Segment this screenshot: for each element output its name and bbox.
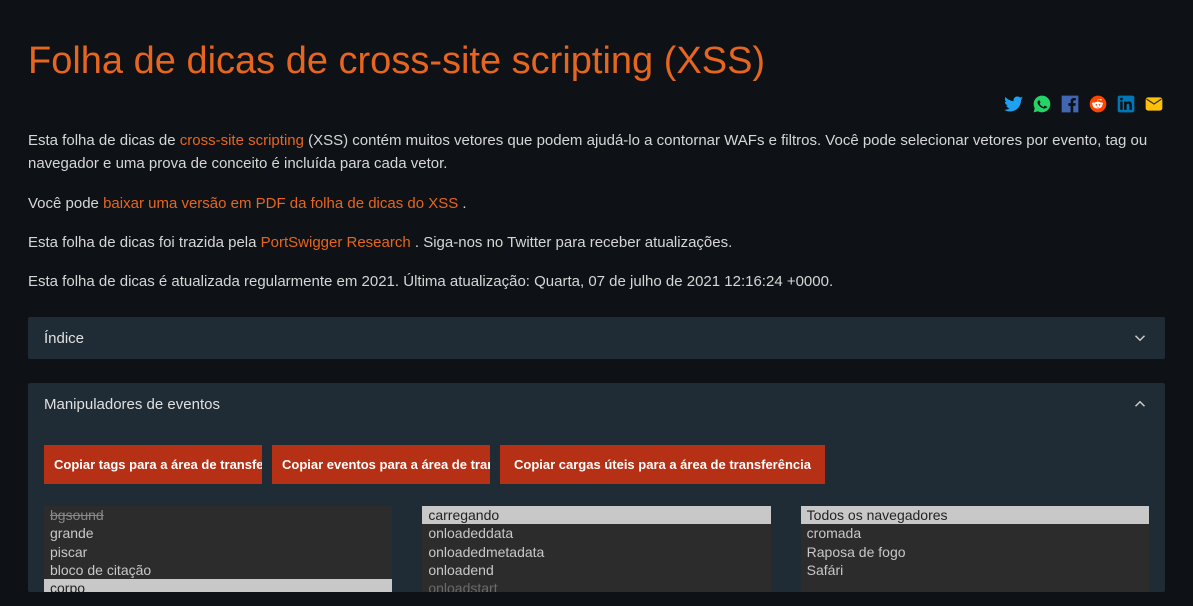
handlers-panel: Manipuladores de eventos Copiar tags par… bbox=[28, 383, 1165, 592]
list-item[interactable]: Raposa de fogo bbox=[801, 543, 1149, 561]
whatsapp-icon[interactable] bbox=[1031, 93, 1053, 115]
list-item[interactable]: Safári bbox=[801, 561, 1149, 579]
chevron-up-icon bbox=[1131, 395, 1149, 413]
tags-listbox[interactable]: bgsoundgrandepiscarbloco de citaçãocorpo bbox=[44, 506, 392, 592]
linkedin-icon[interactable] bbox=[1115, 93, 1137, 115]
copy-events-button[interactable]: Copiar eventos para a área de transferên… bbox=[272, 445, 490, 484]
list-item[interactable]: cromada bbox=[801, 524, 1149, 542]
copy-buttons-row: Copiar tags para a área de transferência… bbox=[44, 445, 1149, 484]
index-panel-header[interactable]: Índice bbox=[28, 317, 1165, 359]
handlers-panel-header[interactable]: Manipuladores de eventos bbox=[28, 383, 1165, 425]
list-item[interactable]: onloadend bbox=[422, 561, 770, 579]
list-item[interactable]: corpo bbox=[44, 579, 392, 592]
email-icon[interactable] bbox=[1143, 93, 1165, 115]
list-item[interactable]: onloadstart bbox=[422, 579, 770, 592]
facebook-icon[interactable] bbox=[1059, 93, 1081, 115]
copy-tags-button[interactable]: Copiar tags para a área de transferência bbox=[44, 445, 262, 484]
list-item[interactable]: bgsound bbox=[44, 506, 392, 524]
pdf-link[interactable]: baixar uma versão em PDF da folha de dic… bbox=[103, 195, 458, 212]
copy-payloads-button[interactable]: Copiar cargas úteis para a área de trans… bbox=[500, 445, 825, 484]
intro-p4: Esta folha de dicas é atualizada regular… bbox=[28, 270, 1165, 293]
reddit-icon[interactable] bbox=[1087, 93, 1109, 115]
research-link[interactable]: PortSwigger Research bbox=[261, 234, 411, 251]
intro-p1: Esta folha de dicas de cross-site script… bbox=[28, 129, 1165, 176]
list-item[interactable]: onloadeddata bbox=[422, 524, 770, 542]
browsers-listbox[interactable]: Todos os navegadorescromadaRaposa de fog… bbox=[801, 506, 1149, 592]
share-row bbox=[28, 93, 1165, 129]
twitter-icon[interactable] bbox=[1003, 93, 1025, 115]
xss-link[interactable]: cross-site scripting bbox=[180, 132, 304, 149]
chevron-down-icon bbox=[1131, 329, 1149, 347]
events-listbox[interactable]: carregandoonloadeddataonloadedmetadataon… bbox=[422, 506, 770, 592]
page-title: Folha de dicas de cross-site scripting (… bbox=[28, 0, 1165, 93]
list-item[interactable]: grande bbox=[44, 524, 392, 542]
list-item[interactable]: bloco de citação bbox=[44, 561, 392, 579]
list-item[interactable]: onloadedmetadata bbox=[422, 543, 770, 561]
intro-p3: Esta folha de dicas foi trazida pela Por… bbox=[28, 231, 1165, 254]
index-panel: Índice bbox=[28, 317, 1165, 359]
index-panel-title: Índice bbox=[44, 330, 84, 347]
list-item[interactable]: carregando bbox=[422, 506, 770, 524]
list-item[interactable]: Todos os navegadores bbox=[801, 506, 1149, 524]
list-item[interactable]: piscar bbox=[44, 543, 392, 561]
handlers-panel-title: Manipuladores de eventos bbox=[44, 396, 220, 413]
intro-p2: Você pode baixar uma versão em PDF da fo… bbox=[28, 192, 1165, 215]
